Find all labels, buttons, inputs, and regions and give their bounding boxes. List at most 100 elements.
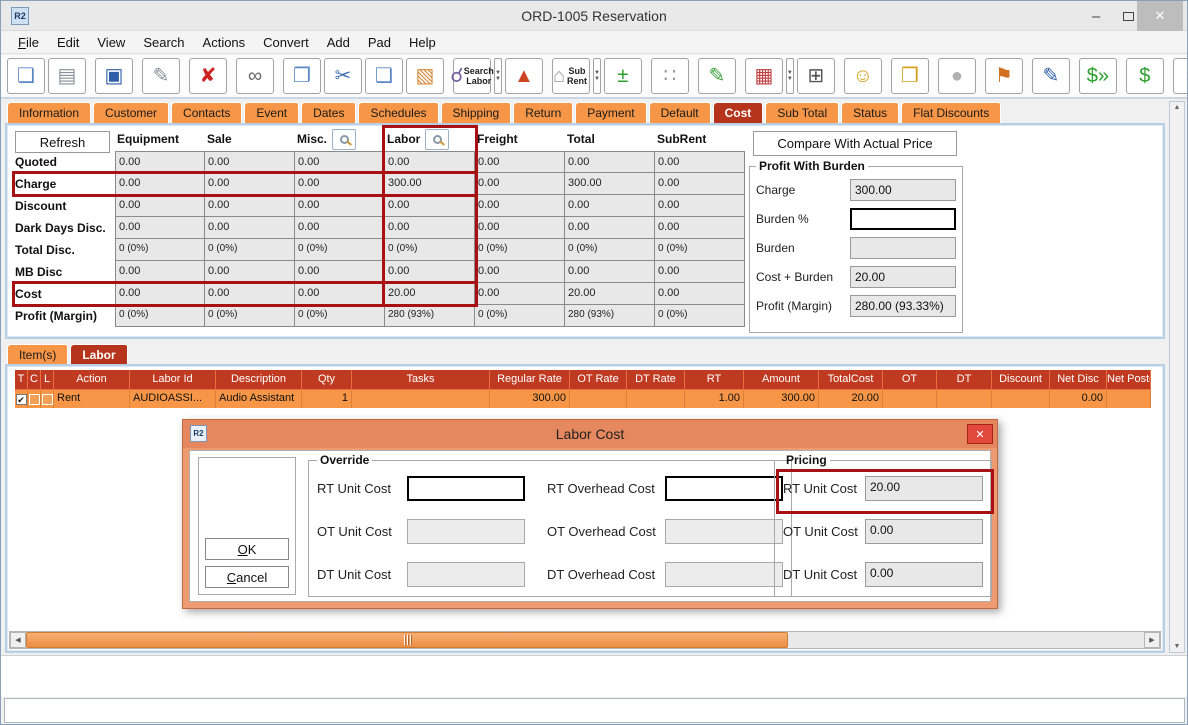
sub-rent-button[interactable]: ⌂Sub Rent	[552, 58, 590, 94]
labor-grid-col-labor-id[interactable]: Labor Id	[130, 370, 216, 390]
menu-view[interactable]: View	[88, 33, 134, 52]
labor-grid-col-dt-rate[interactable]: DT Rate	[627, 370, 685, 390]
menu-convert[interactable]: Convert	[254, 33, 318, 52]
shapes-icon[interactable]: ▲	[505, 58, 543, 94]
vertical-scrollbar[interactable]: ▲ ▼	[1169, 101, 1185, 653]
copy-icon[interactable]: ❑	[365, 58, 403, 94]
rt-unit-cost-input[interactable]	[407, 476, 525, 501]
menu-search[interactable]: Search	[134, 33, 193, 52]
tab-cost[interactable]: Cost	[713, 102, 764, 123]
notes-icon[interactable]: ✎	[698, 58, 736, 94]
rt-overhead-cost-input[interactable]	[665, 476, 783, 501]
scroll-right-arrow[interactable]: ▶	[1144, 632, 1160, 648]
labor-grid-col-dt[interactable]: DT	[937, 370, 992, 390]
close-button[interactable]: ✕	[1137, 1, 1183, 31]
print-icon[interactable]: ▤	[48, 58, 86, 94]
sub-rent-spinner[interactable]: ▼▼	[593, 58, 601, 94]
dialog-close-button[interactable]: ✕	[967, 424, 993, 444]
folder-clock-icon[interactable]: ❒	[891, 58, 929, 94]
tab-event[interactable]: Event	[244, 102, 299, 123]
delete-icon[interactable]: ✘	[189, 58, 227, 94]
save-icon[interactable]: ▣	[95, 58, 133, 94]
tab-labor[interactable]: Labor	[70, 344, 127, 365]
truck-icon[interactable]: ➲	[1173, 58, 1188, 94]
add-remove-icon[interactable]: ±	[604, 58, 642, 94]
calendar-icon[interactable]: ▦	[745, 58, 783, 94]
menu-help[interactable]: Help	[400, 33, 445, 52]
find-binoculars-icon[interactable]: ∞	[236, 58, 274, 94]
ok-button[interactable]: OK	[205, 538, 289, 560]
edit-document-icon[interactable]: ✎	[1032, 58, 1070, 94]
cut-icon[interactable]: ✂	[324, 58, 362, 94]
tab-shipping[interactable]: Shipping	[441, 102, 512, 123]
labor-grid-col-discount[interactable]: Discount	[992, 370, 1050, 390]
search-labor-spinner[interactable]: ▼▼	[494, 58, 502, 94]
labor-grid-col-net-disc[interactable]: Net Disc	[1050, 370, 1107, 390]
scroll-down-arrow[interactable]: ▼	[1174, 643, 1181, 650]
dollar-forward-icon[interactable]: $»	[1079, 58, 1117, 94]
labor-grid-row[interactable]: ✔RentAUDIOASSI...Audio Assistant1300.001…	[15, 390, 1151, 408]
horizontal-scrollbar[interactable]: ◀ ▶	[9, 631, 1161, 649]
search-misc-button[interactable]	[332, 129, 356, 150]
calendar-spinner[interactable]: ▼▼	[786, 58, 794, 94]
row-checkbox[interactable]: ✔	[16, 394, 27, 405]
labor-grid-col-qty[interactable]: Qty	[302, 370, 352, 390]
labor-grid-col-net-posted[interactable]: Net Posted	[1107, 370, 1151, 390]
menu-edit[interactable]: Edit	[48, 33, 88, 52]
labor-grid-col-description[interactable]: Description	[216, 370, 302, 390]
labor-grid-col-ot-rate[interactable]: OT Rate	[570, 370, 627, 390]
labor-grid-col-action[interactable]: Action	[54, 370, 130, 390]
menu-add[interactable]: Add	[318, 33, 359, 52]
org-chart-icon[interactable]: ⊞	[797, 58, 835, 94]
tab-default[interactable]: Default	[649, 102, 711, 123]
scrollbar-track[interactable]	[26, 632, 1144, 648]
tab-status[interactable]: Status	[841, 102, 899, 123]
labor-grid-col-ot[interactable]: OT	[883, 370, 937, 390]
labor-grid-col-rt[interactable]: RT	[685, 370, 744, 390]
item-tab-strip: Item(s)Labor	[7, 342, 130, 365]
search-labor-button[interactable]	[425, 129, 449, 150]
labor-grid-col-c[interactable]: C	[28, 370, 41, 390]
gray-sphere-icon[interactable]: ●	[938, 58, 976, 94]
menu-file[interactable]: File	[9, 33, 48, 52]
labor-grid-col-totalcost[interactable]: TotalCost	[819, 370, 883, 390]
compare-with-actual-price-button[interactable]: Compare With Actual Price	[753, 131, 957, 156]
tab-item-s-[interactable]: Item(s)	[7, 344, 68, 365]
burden-burden--field[interactable]	[850, 208, 956, 230]
minimize-button[interactable]: –	[1081, 1, 1111, 31]
tab-flat-discounts[interactable]: Flat Discounts	[901, 102, 1001, 123]
labor-grid-col-regular-rate[interactable]: Regular Rate	[490, 370, 570, 390]
spheres-icon[interactable]: ∷	[651, 58, 689, 94]
smiley-icon[interactable]: ☺	[844, 58, 882, 94]
tab-sub-total[interactable]: Sub Total	[765, 102, 839, 123]
tab-return[interactable]: Return	[513, 102, 573, 123]
tab-payment[interactable]: Payment	[575, 102, 646, 123]
labor-grid-col-tasks[interactable]: Tasks	[352, 370, 490, 390]
labor-grid-col-t[interactable]: T	[15, 370, 28, 390]
tab-dates[interactable]: Dates	[301, 102, 356, 123]
labor-grid-col-l[interactable]: L	[41, 370, 54, 390]
edit-pencil-icon[interactable]: ✎	[142, 58, 180, 94]
scroll-up-arrow[interactable]: ▲	[1174, 104, 1181, 111]
cost-grid: QuotedChargeDiscountDark Days Disc.Total…	[15, 127, 745, 327]
tab-schedules[interactable]: Schedules	[358, 102, 438, 123]
ot-unit-cost-input	[407, 519, 525, 544]
row-checkbox[interactable]	[29, 394, 40, 405]
menu-actions[interactable]: Actions	[194, 33, 255, 52]
scrollbar-thumb[interactable]	[26, 632, 788, 648]
paste-icon[interactable]: ▧	[406, 58, 444, 94]
ot-overhead-cost-input	[665, 519, 783, 544]
row-checkbox[interactable]	[42, 394, 53, 405]
dollar-note-icon[interactable]: $	[1126, 58, 1164, 94]
menu-pad[interactable]: Pad	[359, 33, 400, 52]
security-cart-icon[interactable]: ⚑	[985, 58, 1023, 94]
tab-customer[interactable]: Customer	[93, 102, 169, 123]
scroll-left-arrow[interactable]: ◀	[10, 632, 26, 648]
labor-grid-col-amount[interactable]: Amount	[744, 370, 819, 390]
search-labor-button[interactable]: ☌Search Labor	[453, 58, 491, 94]
cancel-button[interactable]: Cancel	[205, 566, 289, 588]
tab-contacts[interactable]: Contacts	[171, 102, 242, 123]
paste-special-icon[interactable]: ❐	[283, 58, 321, 94]
tab-information[interactable]: Information	[7, 102, 91, 123]
new-document-icon[interactable]: ❏	[7, 58, 45, 94]
